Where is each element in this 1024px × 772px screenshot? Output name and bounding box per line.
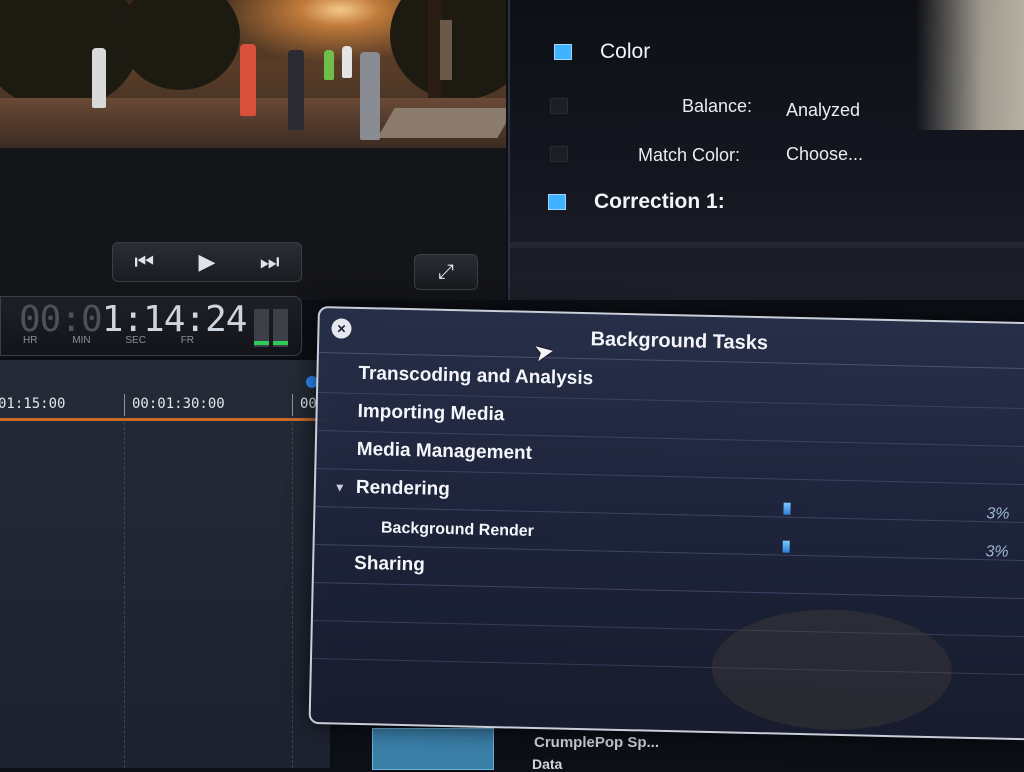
task-label: Importing Media (357, 400, 505, 426)
fullscreen-button[interactable]: ⤢ (414, 254, 478, 290)
color-heading: Color (600, 40, 651, 63)
timecode-unit-labels: HR MIN SEC FR (23, 335, 226, 346)
correction-heading: Correction 1: (594, 190, 725, 213)
play-button[interactable]: ▶ (182, 249, 232, 275)
ruler-label: 01:15:00 (0, 396, 66, 412)
timeline-ruler[interactable]: 01:15:00 00:01:30:00 00 (0, 388, 330, 421)
inspector-divider (510, 242, 1024, 248)
audio-meter (254, 309, 288, 347)
task-label: Sharing (353, 552, 426, 576)
background-render-percent: 3% (986, 505, 1010, 523)
task-label: Transcoding and Analysis (358, 362, 594, 390)
timecode-display[interactable]: 00:01:14:24 HR MIN SEC FR (0, 296, 302, 356)
balance-value[interactable]: Analyzed (786, 100, 860, 121)
clip-label: CrumplePop Sp... (534, 734, 660, 751)
timecode-value: 1:14:24 (101, 299, 248, 340)
color-enable-checkbox[interactable] (554, 44, 572, 60)
background-tasks-window: × Background Tasks Transcoding and Analy… (308, 306, 1024, 741)
balance-checkbox[interactable] (550, 98, 568, 114)
ruler-label: 00:01:30:00 (132, 396, 225, 412)
balance-label: Balance: (682, 96, 753, 116)
viewer-panel: ⏮ ▶ ⏭ ⤢ (0, 0, 506, 300)
timecode-unit-fr: FR (180, 335, 195, 346)
timecode-unit-sec: SEC (125, 335, 146, 346)
timecode-unit-min: MIN (72, 335, 91, 346)
skip-forward-button[interactable]: ⏭ (245, 249, 295, 275)
transport-controls: ⏮ ▶ ⏭ (112, 242, 302, 282)
match-color-label: Match Color: (638, 145, 741, 165)
skip-back-icon: ⏮ (134, 249, 155, 274)
timecode-dim-prefix: 00:0 (19, 299, 103, 340)
timeline-clip[interactable] (372, 728, 494, 770)
video-preview (0, 0, 506, 148)
sharing-percent: 3% (985, 543, 1009, 561)
task-label: Rendering (355, 476, 451, 501)
skip-forward-icon: ⏭ (259, 249, 280, 274)
match-color-checkbox[interactable] (550, 146, 568, 162)
play-icon: ▶ (198, 249, 216, 274)
match-color-choose-button[interactable]: Choose... (786, 144, 863, 165)
color-inspector: Color Balance: Analyzed Match Color: Cho… (508, 0, 1024, 300)
skip-back-button[interactable]: ⏮ (119, 249, 169, 275)
ruler-label: 00 (300, 396, 317, 412)
correction-enable-checkbox[interactable] (548, 194, 566, 210)
expand-arrows-icon: ⤢ (438, 260, 454, 283)
task-label: Background Render (380, 519, 535, 540)
task-label: Media Management (356, 438, 533, 464)
screen-glare (916, 0, 1024, 130)
timecode-unit-hr: HR (23, 335, 38, 346)
timecode-digits: 00:01:14:24 (19, 299, 248, 340)
disclosure-triangle-icon[interactable]: ▼ (334, 480, 346, 494)
timeline-panel[interactable]: 01:15:00 00:01:30:00 00 (0, 360, 330, 768)
data-label: Data (532, 756, 563, 772)
